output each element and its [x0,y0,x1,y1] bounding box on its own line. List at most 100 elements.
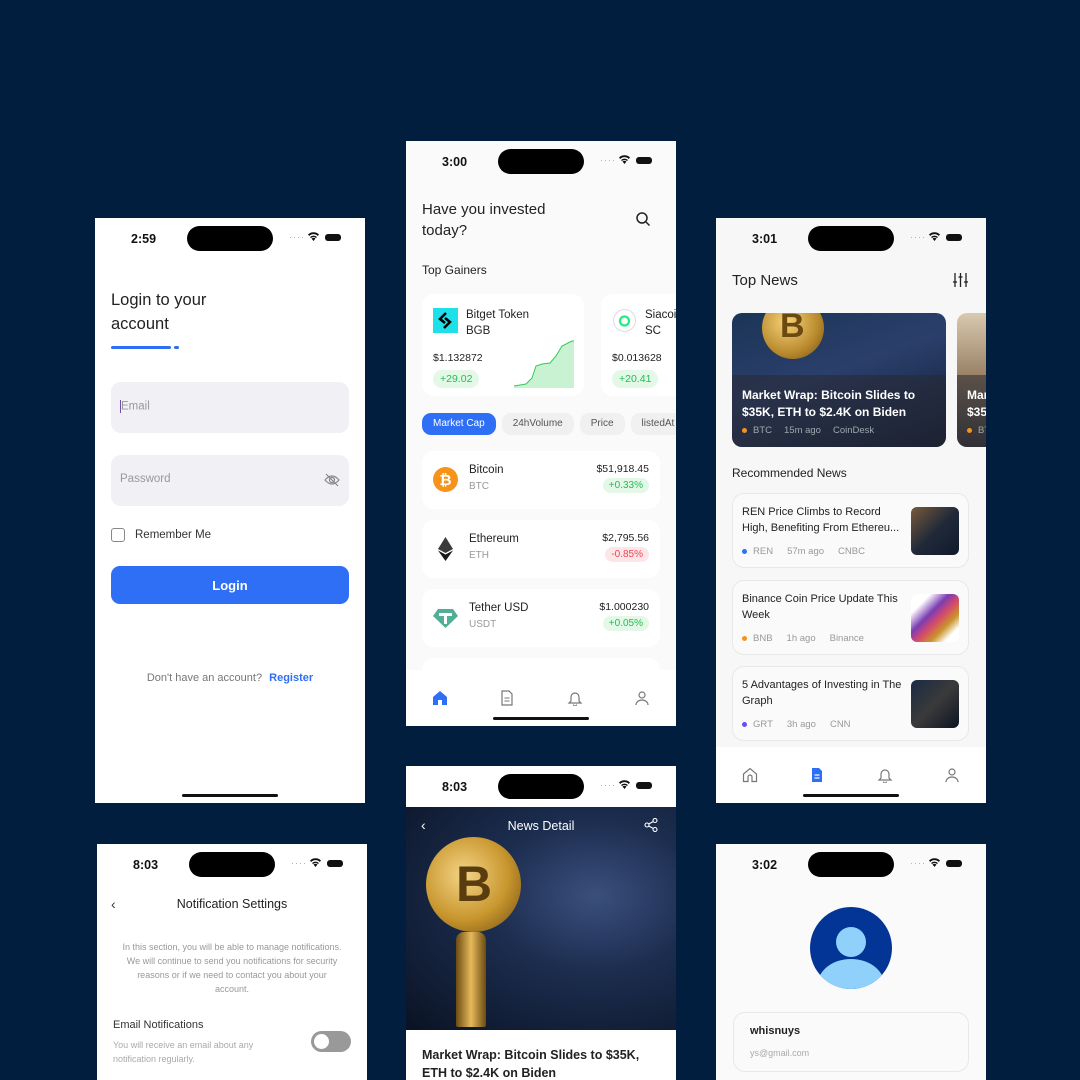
filter-icon[interactable] [952,272,969,288]
news-time: 57m ago [787,546,825,557]
notification-settings-screen: 8:03 ···· ‹ Notification Settings In thi… [97,844,367,1080]
login-button[interactable]: Login [111,566,349,604]
coin-price: $2,795.56 [602,532,649,544]
news-item[interactable]: REN Price Climbs to Record High, Benefit… [732,493,969,568]
news-thumbnail [911,594,959,642]
register-link[interactable]: Register [269,672,313,684]
status-bar: 8:03 ···· [406,766,676,810]
title-underline [111,346,171,349]
wifi-icon [310,858,321,867]
home-icon[interactable] [742,767,758,783]
coin-symbol: USDT [469,619,497,630]
home-indicator [493,717,589,720]
top-gainers-label: Top Gainers [422,263,487,277]
tab-24h-volume[interactable]: 24hVolume [501,413,574,435]
wifi-icon [929,232,940,241]
coin-row[interactable]: Tether USD USDT $1.000230 +0.05% [422,589,660,647]
news-source: CoinDesk [832,425,875,436]
coin-row[interactable]: Ethereum ETH $2,795.56 -0.85% [422,520,660,578]
remember-label: Remember Me [135,529,212,541]
news-source: Binance [829,633,864,644]
status-time: 3:02 [752,858,778,872]
coin-name: Tether USD [469,602,529,614]
news-headline: REN Price Climbs to Record High, Benefit… [742,506,900,534]
settings-description: In this section, you will be able to man… [122,942,342,994]
username: whisnuys [750,1025,801,1037]
signal-icon: ···· [291,858,307,868]
no-account-text: Don't have an account? [146,672,263,684]
market-screen: 3:00 ···· Have you invested today? Top G… [406,141,676,726]
share-icon[interactable] [644,818,658,832]
svg-text:₿: ₿ [439,472,451,489]
coin-name: Ethereum [469,533,519,545]
eye-off-icon[interactable] [324,473,340,487]
user-icon[interactable] [634,690,650,706]
gainer-card[interactable]: Siacoin SC $0.013628 +20.41 [601,294,676,396]
news-time: 1h ago [786,633,816,644]
avatar[interactable] [810,907,892,989]
battery-icon [325,234,341,241]
home-icon[interactable] [432,690,448,706]
gainer-name: Siacoin [645,309,676,321]
document-icon[interactable] [499,690,515,706]
gainer-card[interactable]: Bitget Token BGB $1.132872 +29.02 [422,294,584,396]
home-indicator [803,794,899,797]
dynamic-island [498,774,584,799]
document-icon[interactable] [809,767,825,783]
password-field[interactable]: Password [111,455,349,506]
coin-change: +0.05% [602,616,649,631]
coin-price: $51,918.45 [596,463,649,475]
search-icon[interactable] [635,211,651,227]
login-screen: 2:59 ···· Login to your account Email Pa… [95,218,365,803]
news-meta: BNB 1h ago Binance [742,633,864,644]
tab-listed-at[interactable]: listedAt [630,413,676,435]
register-prompt: Don't have an account? Register [95,672,365,684]
signal-icon: ···· [289,232,305,242]
remember-me[interactable]: Remember Me [111,528,211,542]
news-tag: BTC [978,425,986,436]
email-notifications-label: Email Notifications [113,1019,204,1031]
battery-icon [946,234,962,241]
user-icon[interactable] [944,767,960,783]
news-time: 15m ago [784,425,821,436]
tab-price[interactable]: Price [579,413,625,435]
status-time: 8:03 [442,780,468,794]
news-item[interactable]: 5 Advantages of Investing in The Graph G… [732,666,969,741]
news-meta: BTC 15m ago CoinDesk [742,425,874,436]
news-meta: GRT 3h ago CNN [742,719,851,730]
wifi-icon [308,232,319,241]
status-bar: 3:01 ···· [716,218,986,262]
tab-market-cap[interactable]: Market Cap [422,413,496,435]
email-field[interactable]: Email [111,382,349,433]
tag-dot [967,427,972,433]
news-tag: BNB [753,633,773,644]
bitget-logo-icon [433,308,458,333]
tag-dot [742,635,747,641]
password-placeholder: Password [120,473,171,485]
news-tag: GRT [753,719,773,730]
top-news-card[interactable]: B Market Wrap: Bitcoin Slides to $35K, E… [732,313,946,447]
dynamic-island [189,852,275,877]
bell-icon[interactable] [877,767,893,783]
news-tag: BTC [753,425,772,436]
title-underline-dot [174,346,179,349]
user-info-card[interactable]: whisnuys ys@gmail.com [733,1012,969,1072]
remember-checkbox[interactable] [111,528,125,542]
news-item[interactable]: Binance Coin Price Update This Week BNB … [732,580,969,655]
coin-symbol: ETH [469,550,489,561]
signal-icon: ···· [910,232,926,242]
siacoin-logo-icon [613,309,636,332]
email-notifications-toggle[interactable] [311,1031,351,1052]
status-bar: 3:00 ···· [406,141,676,185]
hero-image: B [406,807,676,1030]
sparkline-chart [514,340,574,388]
email-notifications-desc: You will receive an email about any noti… [113,1040,254,1064]
signal-icon: ···· [910,858,926,868]
coin-row[interactable]: ₿ Bitcoin BTC $51,918.45 +0.33% [422,451,660,509]
bell-icon[interactable] [567,690,583,706]
wifi-icon [619,155,630,164]
status-bar: 2:59 ···· [95,218,365,262]
coin-change: +0.33% [602,478,649,493]
top-news-card[interactable]: Market Wrap: Bitcoin Slides to $35K, ETH… [957,313,986,447]
dynamic-island [187,226,273,251]
